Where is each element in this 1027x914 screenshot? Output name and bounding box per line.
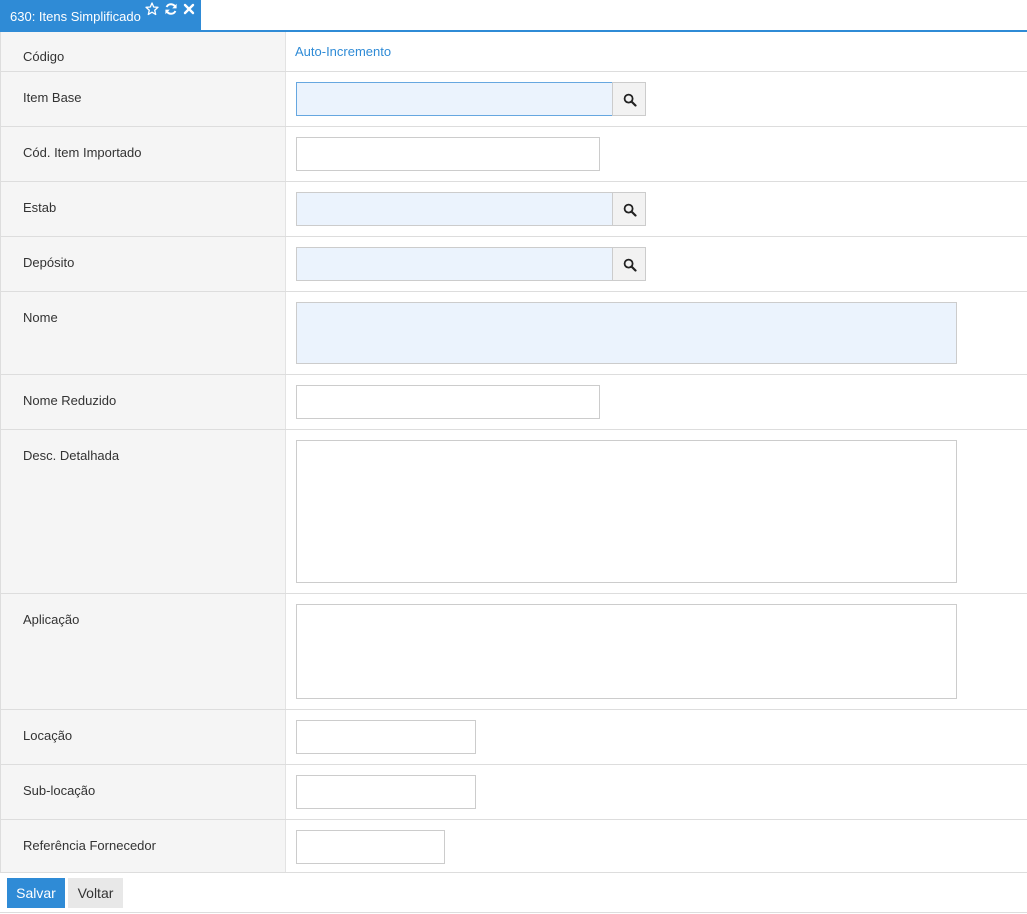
magnifier-icon bbox=[623, 203, 637, 217]
label-cell: Cód. Item Importado bbox=[0, 127, 286, 181]
magnifier-icon bbox=[623, 93, 637, 107]
label-cell: Aplicação bbox=[0, 594, 286, 709]
referencia-fornecedor-input[interactable] bbox=[296, 830, 445, 864]
label-cell: Sub-locação bbox=[0, 765, 286, 819]
row-estab: Estab bbox=[0, 182, 1027, 237]
label-cell: Depósito bbox=[0, 237, 286, 291]
label-cell: Nome bbox=[0, 292, 286, 374]
value-cell bbox=[286, 237, 1027, 291]
value-cell bbox=[286, 292, 1027, 374]
nome-reduzido-input[interactable] bbox=[296, 385, 600, 419]
form-footer: Salvar Voltar bbox=[0, 872, 1027, 913]
label-referencia-fornecedor: Referência Fornecedor bbox=[23, 838, 156, 853]
tab-itens-simplificado[interactable]: 630: Itens Simplificado bbox=[0, 0, 201, 31]
deposito-input[interactable] bbox=[296, 247, 613, 281]
magnifier-icon bbox=[623, 258, 637, 272]
label-item-base: Item Base bbox=[23, 90, 82, 105]
label-nome: Nome bbox=[23, 310, 58, 325]
refresh-icon[interactable] bbox=[164, 2, 178, 16]
save-button[interactable]: Salvar bbox=[7, 878, 65, 908]
tab-title: 630: Itens Simplificado bbox=[10, 9, 141, 24]
aplicacao-textarea[interactable] bbox=[296, 604, 957, 699]
row-nome-reduzido: Nome Reduzido bbox=[0, 375, 1027, 430]
row-cod-item-importado: Cód. Item Importado bbox=[0, 127, 1027, 182]
label-estab: Estab bbox=[23, 200, 57, 215]
row-item-base: Item Base bbox=[0, 72, 1027, 127]
cod-item-importado-input[interactable] bbox=[296, 137, 600, 171]
label-desc-detalhada: Desc. Detalhada bbox=[23, 448, 120, 463]
value-cell bbox=[286, 430, 1027, 593]
star-outline-icon[interactable] bbox=[145, 2, 159, 16]
row-desc-detalhada: Desc. Detalhada bbox=[0, 430, 1027, 594]
value-cell bbox=[286, 710, 1027, 764]
value-cell bbox=[286, 72, 1027, 126]
close-icon[interactable] bbox=[182, 2, 196, 16]
label-nome-reduzido: Nome Reduzido bbox=[23, 393, 117, 408]
label-cell: Locação bbox=[0, 710, 286, 764]
tab-bar: 630: Itens Simplificado bbox=[0, 0, 1027, 32]
value-cell bbox=[286, 182, 1027, 236]
label-cell: Código bbox=[0, 32, 286, 71]
row-aplicacao: Aplicação bbox=[0, 594, 1027, 710]
label-cell: Referência Fornecedor bbox=[0, 820, 286, 872]
row-deposito: Depósito bbox=[0, 237, 1027, 292]
codigo-auto-value: Auto-Incremento bbox=[295, 44, 392, 59]
locacao-input[interactable] bbox=[296, 720, 476, 754]
label-cell: Estab bbox=[0, 182, 286, 236]
label-cell: Desc. Detalhada bbox=[0, 430, 286, 593]
estab-input[interactable] bbox=[296, 192, 613, 226]
value-cell: Auto-Incremento bbox=[286, 32, 1027, 71]
item-base-input[interactable] bbox=[296, 82, 613, 116]
desc-detalhada-textarea[interactable] bbox=[296, 440, 957, 583]
label-cell: Item Base bbox=[0, 72, 286, 126]
label-sub-locacao: Sub-locação bbox=[23, 783, 96, 798]
value-cell bbox=[286, 594, 1027, 709]
back-button[interactable]: Voltar bbox=[68, 878, 123, 908]
label-codigo: Código bbox=[23, 49, 65, 64]
item-base-lookup-button[interactable] bbox=[612, 82, 646, 116]
label-deposito: Depósito bbox=[23, 255, 75, 270]
value-cell bbox=[286, 127, 1027, 181]
value-cell bbox=[286, 375, 1027, 429]
deposito-lookup-button[interactable] bbox=[612, 247, 646, 281]
sub-locacao-input[interactable] bbox=[296, 775, 476, 809]
row-locacao: Locação bbox=[0, 710, 1027, 765]
label-cell: Nome Reduzido bbox=[0, 375, 286, 429]
row-codigo: Código Auto-Incremento bbox=[0, 32, 1027, 72]
label-aplicacao: Aplicação bbox=[23, 612, 80, 627]
label-cod-item-importado: Cód. Item Importado bbox=[23, 145, 142, 160]
label-locacao: Locação bbox=[23, 728, 73, 743]
row-referencia-fornecedor: Referência Fornecedor bbox=[0, 820, 1027, 872]
row-nome: Nome bbox=[0, 292, 1027, 375]
estab-lookup-button[interactable] bbox=[612, 192, 646, 226]
row-sub-locacao: Sub-locação bbox=[0, 765, 1027, 820]
nome-textarea[interactable] bbox=[296, 302, 957, 364]
value-cell bbox=[286, 765, 1027, 819]
value-cell bbox=[286, 820, 1027, 872]
